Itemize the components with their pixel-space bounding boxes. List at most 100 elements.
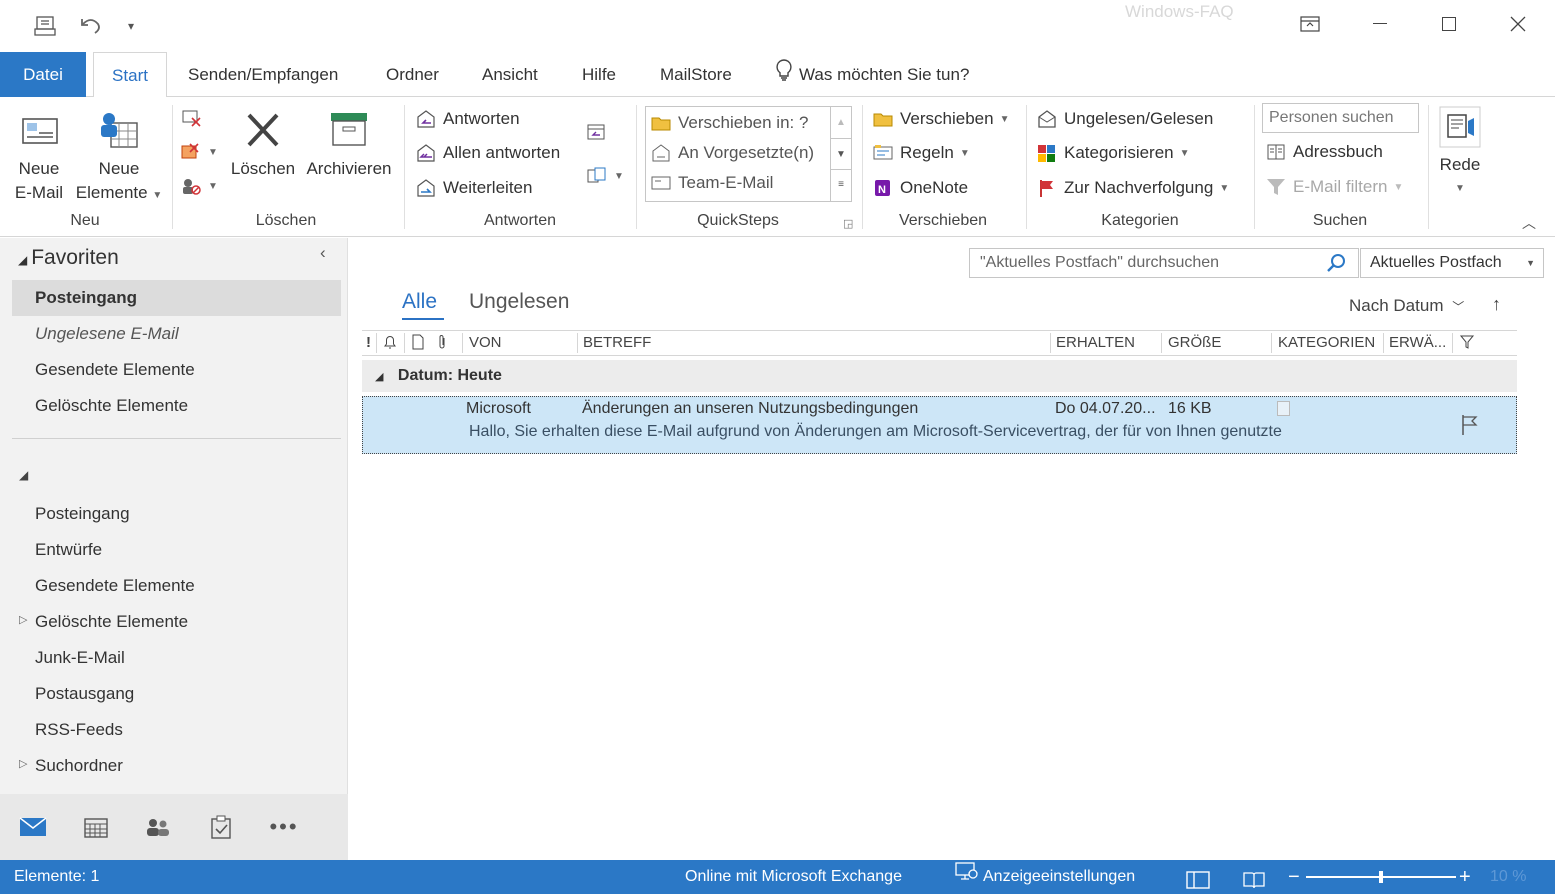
archive-button[interactable]: Archivieren	[302, 109, 396, 181]
favorite-folder-sent[interactable]: Gesendete Elemente	[35, 352, 195, 388]
folder-inbox[interactable]: Posteingang	[35, 496, 130, 532]
column-size[interactable]: GRÖßE	[1168, 334, 1221, 351]
tasks-icon[interactable]	[205, 812, 237, 842]
forward-button[interactable]: Weiterleiten	[415, 175, 532, 201]
tab-folder[interactable]: Ordner	[386, 52, 439, 97]
minimize-icon[interactable]	[1360, 8, 1400, 40]
zoom-out-button[interactable]: −	[1288, 860, 1300, 894]
mail-icon[interactable]	[17, 812, 49, 842]
meeting-reply-button[interactable]	[586, 119, 608, 145]
message-row[interactable]: Microsoft Änderungen an unseren Nutzungs…	[362, 396, 1517, 454]
column-from[interactable]: VON	[469, 334, 502, 351]
expand-triangle-icon[interactable]: ▷	[19, 613, 27, 626]
more-respond-button[interactable]: ▼	[586, 163, 624, 189]
folder-rss[interactable]: RSS-Feeds	[35, 712, 123, 748]
new-email-button[interactable]: Neue E-Mail	[8, 109, 70, 205]
flag-outline-icon[interactable]	[1460, 414, 1480, 441]
move-button[interactable]: Verschieben ▼	[872, 106, 1009, 132]
tab-help[interactable]: Hilfe	[582, 52, 616, 97]
scroll-up-icon[interactable]: ▲	[831, 107, 851, 138]
message-sender: Microsoft	[466, 400, 531, 417]
scroll-down-icon[interactable]: ▼	[831, 138, 851, 169]
quickstep-to-manager[interactable]: An Vorgesetzte(n)	[650, 140, 814, 166]
folder-sent[interactable]: Gesendete Elemente	[35, 568, 195, 604]
folder-deleted[interactable]: Gelöschte Elemente	[35, 604, 188, 640]
favorite-folder-inbox[interactable]: Posteingang	[35, 280, 137, 316]
search-input[interactable]: "Aktuelles Postfach" durchsuchen	[969, 248, 1359, 278]
undo-icon[interactable]	[76, 12, 104, 40]
categorize-button[interactable]: Kategorisieren ▼	[1036, 140, 1190, 166]
filter-email-button[interactable]: E-Mail filtern ▼	[1265, 174, 1403, 200]
rules-button[interactable]: Regeln ▼	[872, 140, 970, 166]
send-receive-all-icon[interactable]	[31, 12, 59, 40]
zoom-in-button[interactable]: +	[1459, 860, 1471, 894]
unread-read-button[interactable]: Ungelesen/Gelesen	[1036, 106, 1213, 132]
folder-drafts[interactable]: Entwürfe	[35, 532, 102, 568]
folder-search[interactable]: Suchordner	[35, 748, 123, 784]
reply-button[interactable]: Antworten	[415, 106, 520, 132]
close-icon[interactable]	[1498, 8, 1538, 40]
folder-outbox[interactable]: Postausgang	[35, 676, 134, 712]
importance-column-icon[interactable]: !	[366, 334, 371, 351]
column-subject[interactable]: BETREFF	[583, 334, 651, 351]
customize-quick-access-icon[interactable]: ▾	[117, 12, 145, 40]
filter-tab-unread[interactable]: Ungelesen	[469, 290, 569, 314]
cleanup-button[interactable]: ▼	[180, 139, 218, 165]
tab-start[interactable]: Start	[93, 52, 167, 98]
favorite-folder-deleted[interactable]: Gelöschte Elemente	[35, 388, 188, 424]
favorite-folder-unread[interactable]: Ungelesene E-Mail	[35, 316, 179, 352]
followup-button[interactable]: Zur Nachverfolgung ▼	[1036, 175, 1229, 201]
tab-datei[interactable]: Datei	[0, 52, 86, 97]
search-scope-dropdown[interactable]: Aktuelles Postfach ▼	[1360, 248, 1544, 278]
forward-icon	[415, 178, 437, 198]
category-box[interactable]	[1277, 401, 1290, 416]
column-categories[interactable]: KATEGORIEN	[1278, 334, 1375, 351]
display-settings-button[interactable]: Anzeigeeinstellungen	[955, 860, 1135, 894]
quickstep-move-to[interactable]: Verschieben in: ?	[650, 110, 808, 136]
column-mention[interactable]: ERWÄ...	[1389, 334, 1446, 351]
new-items-button[interactable]: Neue Elemente ▼	[74, 109, 164, 208]
zoom-slider-thumb[interactable]	[1379, 871, 1383, 883]
attachment-icon[interactable]	[436, 334, 448, 354]
column-received[interactable]: ERHALTEN	[1056, 334, 1135, 351]
quicksteps-scrollbar[interactable]: ▲ ▼ ≡	[830, 107, 851, 201]
reading-view-icon[interactable]	[1242, 868, 1266, 889]
item-type-icon[interactable]	[411, 334, 425, 354]
folder-junk[interactable]: Junk-E-Mail	[35, 640, 125, 676]
onenote-button[interactable]: N OneNote	[872, 175, 968, 201]
reply-all-button[interactable]: Allen antworten	[415, 140, 560, 166]
gallery-more-icon[interactable]: ≡	[831, 169, 851, 199]
sort-direction-arrow-icon[interactable]: ↑	[1492, 294, 1501, 315]
group-header[interactable]: ◢ Datum: Heute	[362, 360, 1517, 392]
tab-send-receive[interactable]: Senden/Empfangen	[188, 52, 338, 97]
collapse-ribbon-icon[interactable]: ︿	[1522, 213, 1536, 233]
maximize-icon[interactable]	[1429, 8, 1469, 40]
delete-button[interactable]: Löschen	[228, 109, 298, 181]
tab-mailstore[interactable]: MailStore	[660, 52, 732, 97]
move-label: Verschieben	[900, 109, 994, 128]
people-search-input[interactable]: Personen suchen	[1262, 103, 1419, 133]
address-book-button[interactable]: Adressbuch	[1265, 139, 1383, 165]
favorites-header[interactable]: ◢ Favoriten	[18, 246, 119, 270]
more-apps-icon[interactable]: •••	[268, 812, 300, 842]
search-icon[interactable]	[1326, 253, 1346, 283]
collapse-pane-icon[interactable]: ‹	[320, 243, 326, 263]
people-icon[interactable]	[142, 812, 174, 842]
ignore-button[interactable]	[180, 105, 202, 131]
tab-view[interactable]: Ansicht	[482, 52, 538, 97]
quickstep-team-email[interactable]: Team-E-Mail	[650, 170, 773, 196]
collapse-triangle-icon: ◢	[18, 253, 28, 267]
calendar-icon[interactable]	[80, 812, 112, 842]
junk-button[interactable]: ▼	[180, 173, 218, 199]
reminder-bell-icon[interactable]	[382, 334, 398, 354]
filter-tab-all[interactable]: Alle	[402, 290, 437, 314]
dialog-launcher-icon[interactable]: ◲	[843, 217, 853, 230]
ribbon-display-options-icon[interactable]	[1290, 8, 1330, 40]
tell-me-box[interactable]: Was möchten Sie tun?	[775, 52, 969, 97]
sort-by-dropdown[interactable]: Nach Datum ﹀	[1349, 296, 1464, 316]
normal-view-icon[interactable]	[1186, 868, 1210, 889]
read-aloud-button[interactable]: Rede ▼	[1432, 105, 1488, 201]
flag-column-icon[interactable]	[1459, 334, 1475, 354]
mailbox-collapse-icon[interactable]: ◢	[19, 468, 28, 482]
expand-triangle-icon[interactable]: ▷	[19, 757, 27, 770]
